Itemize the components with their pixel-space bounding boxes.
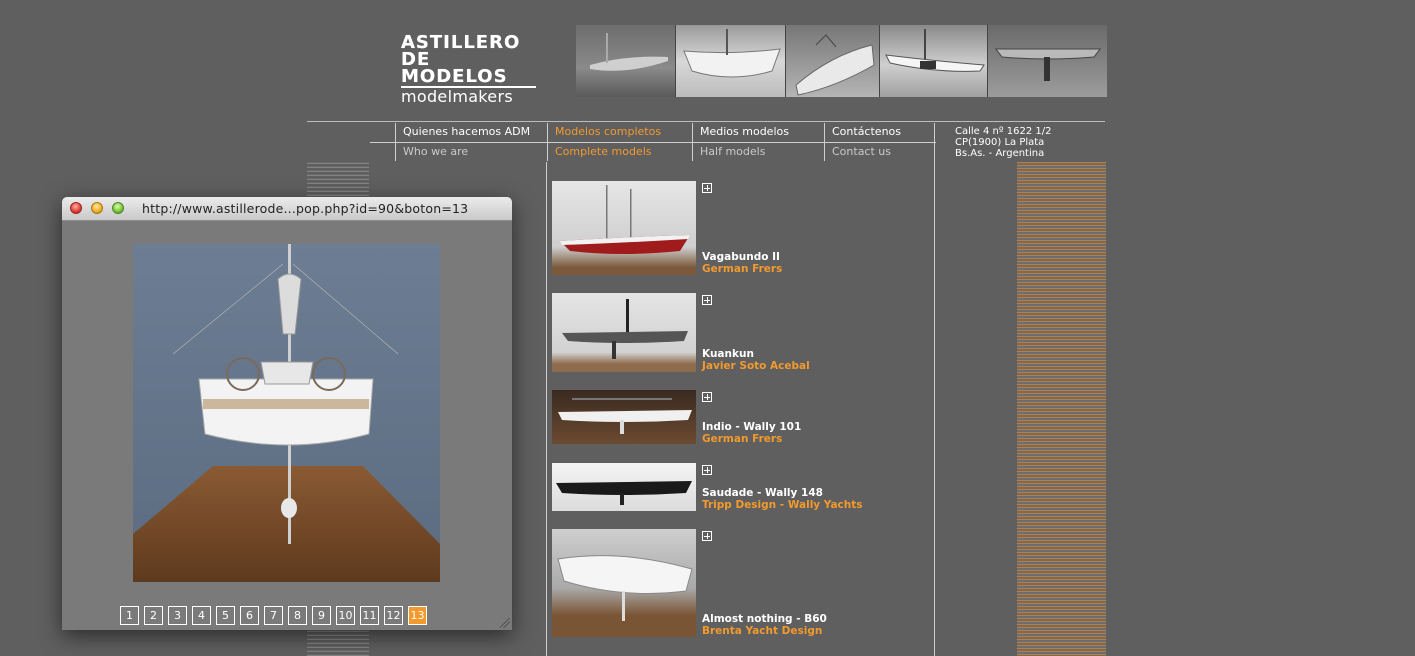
model-name[interactable]: Saudade - Wally 148: [702, 487, 823, 499]
right-decor-stripes: [1017, 162, 1106, 656]
expand-icon[interactable]: [702, 465, 712, 475]
expand-icon[interactable]: [702, 183, 712, 193]
nav-label-es[interactable]: Medios modelos: [693, 125, 824, 139]
content-right-rule: [934, 123, 935, 656]
nav-left-rule: [370, 142, 395, 143]
page-1-button[interactable]: 1: [120, 606, 139, 625]
logo-line-3: modelmakers: [401, 87, 513, 106]
model-thumbnail[interactable]: [552, 181, 696, 275]
nav-top-rule: [307, 121, 1105, 122]
nav-label-en[interactable]: Contact us: [825, 145, 936, 159]
resize-grip-icon[interactable]: [500, 618, 510, 628]
model-item[interactable]: Vagabundo II German Frers: [552, 181, 812, 277]
popup-titlebar[interactable]: http://www.astillerode...pop.php?id=90&b…: [62, 197, 512, 221]
model-name[interactable]: Indio - Wally 101: [702, 421, 801, 433]
model-name[interactable]: Kuankun: [702, 348, 754, 360]
nav-label-es[interactable]: Modelos completos: [548, 125, 692, 139]
page-9-button[interactable]: 9: [312, 606, 331, 625]
address-line-2: CP(1900) La Plata: [955, 137, 1045, 148]
expand-icon[interactable]: [702, 392, 712, 402]
header-photo-strip: [576, 25, 1107, 97]
header-photo-4: [879, 25, 988, 97]
address-block: Calle 4 nº 1622 1/2 CP(1900) La Plata Bs…: [955, 126, 1052, 159]
nav-divider: [825, 142, 936, 143]
nav-label-en[interactable]: Complete models: [548, 145, 692, 159]
model-designer: Tripp Design - Wally Yachts: [702, 499, 863, 511]
model-name[interactable]: Vagabundo II: [702, 251, 780, 263]
nav-item-contact-us[interactable]: Contáctenos Contact us: [824, 123, 936, 161]
header-photo-1: [576, 25, 677, 97]
model-thumbnail[interactable]: [552, 529, 696, 637]
nav-divider: [693, 142, 824, 143]
page-12-button[interactable]: 12: [384, 606, 403, 625]
page-7-button[interactable]: 7: [264, 606, 283, 625]
nav-item-complete-models[interactable]: Modelos completos Complete models: [547, 123, 692, 161]
model-designer: Javier Soto Acebal: [702, 360, 810, 372]
expand-icon[interactable]: [702, 531, 712, 541]
page-8-button[interactable]: 8: [288, 606, 307, 625]
page-3-button[interactable]: 3: [168, 606, 187, 625]
image-pager: 1 2 3 4 5 6 7 8 9 10 11 12 13: [120, 606, 427, 625]
model-name[interactable]: Almost nothing - B60: [702, 613, 827, 625]
model-item[interactable]: Kuankun Javier Soto Acebal: [552, 293, 812, 373]
nav-label-en[interactable]: Who we are: [396, 145, 547, 159]
page-11-button[interactable]: 11: [360, 606, 379, 625]
nav-divider: [548, 142, 692, 143]
page-13-button[interactable]: 13: [408, 606, 427, 625]
nav-item-who-we-are[interactable]: Quienes hacemos ADM Who we are: [395, 123, 547, 161]
model-item[interactable]: Almost nothing - B60 Brenta Yacht Design: [552, 529, 827, 639]
header-photo-5: [987, 25, 1107, 97]
nav-label-en[interactable]: Half models: [693, 145, 824, 159]
popup-url-title: http://www.astillerode...pop.php?id=90&b…: [142, 201, 469, 216]
page-10-button[interactable]: 10: [336, 606, 355, 625]
header-photo-3: [786, 25, 880, 97]
main-nav: Quienes hacemos ADM Who we are Modelos c…: [395, 123, 936, 161]
nav-label-es[interactable]: Quienes hacemos ADM: [396, 125, 547, 139]
model-designer: German Frers: [702, 433, 783, 445]
model-thumbnail[interactable]: [552, 293, 696, 372]
page-4-button[interactable]: 4: [192, 606, 211, 625]
page-2-button[interactable]: 2: [144, 606, 163, 625]
header-photo-2: [676, 25, 787, 97]
model-designer: Brenta Yacht Design: [702, 625, 823, 637]
model-item[interactable]: Indio - Wally 101 German Frers: [552, 390, 812, 446]
page-6-button[interactable]: 6: [240, 606, 259, 625]
minimize-window-icon[interactable]: [91, 202, 103, 214]
nav-label-es[interactable]: Contáctenos: [825, 125, 936, 139]
nav-divider: [396, 142, 547, 143]
nav-item-half-models[interactable]: Medios modelos Half models: [692, 123, 824, 161]
popup-window[interactable]: http://www.astillerode...pop.php?id=90&b…: [62, 197, 512, 630]
model-item[interactable]: Saudade - Wally 148 Tripp Design - Wally…: [552, 463, 863, 513]
logo-line-2: DE MODELOS: [401, 51, 536, 88]
model-photo: [133, 244, 440, 582]
expand-icon[interactable]: [702, 295, 712, 305]
address-line-1: Calle 4 nº 1622 1/2: [955, 126, 1052, 137]
model-thumbnail[interactable]: [552, 390, 696, 444]
address-line-3: Bs.As. - Argentina: [955, 148, 1045, 159]
site-logo[interactable]: ASTILLERO DE MODELOS modelmakers: [401, 34, 536, 106]
zoom-window-icon[interactable]: [112, 202, 124, 214]
content-left-rule: [546, 162, 547, 656]
page-5-button[interactable]: 5: [216, 606, 235, 625]
model-designer: German Frers: [702, 263, 783, 275]
model-thumbnail[interactable]: [552, 463, 696, 511]
close-window-icon[interactable]: [70, 202, 82, 214]
